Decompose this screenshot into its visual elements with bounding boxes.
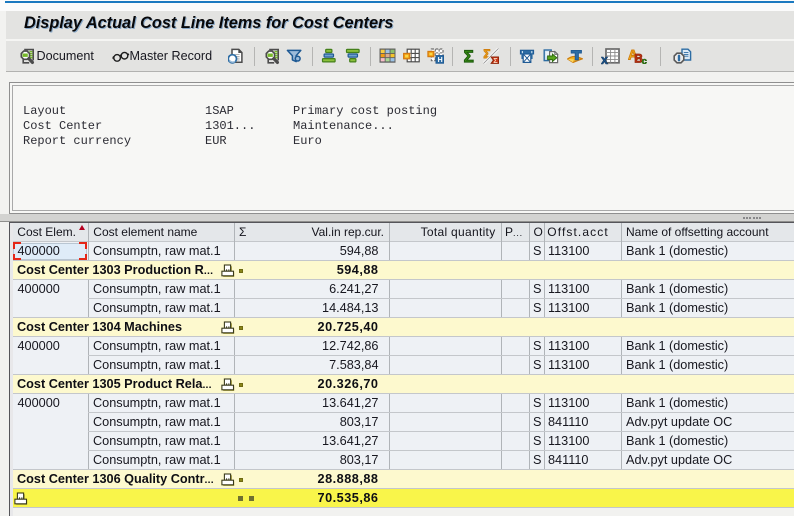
svg-text:c: c [642,56,647,64]
svg-text:H: H [438,57,443,64]
svg-text:Σ: Σ [493,58,497,64]
svg-text:x: x [601,53,608,65]
svg-text:Σ: Σ [464,48,474,64]
